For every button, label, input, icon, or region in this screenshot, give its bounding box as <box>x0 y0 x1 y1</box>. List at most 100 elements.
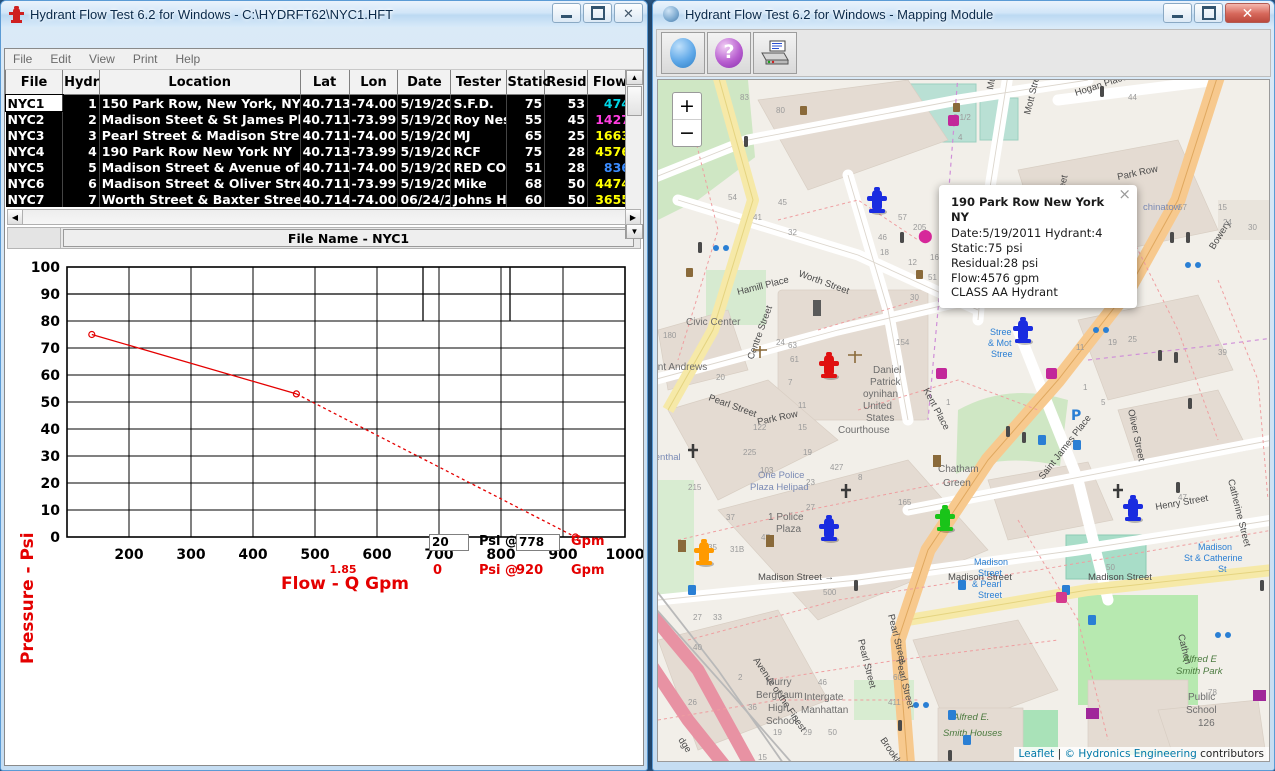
column-header-tester[interactable]: Tester <box>450 70 507 95</box>
label-madison-street-3: Madison Street <box>1088 572 1152 583</box>
svg-text:30: 30 <box>910 293 919 302</box>
right-window-titlebar[interactable]: Hydrant Flow Test 6.2 for Windows - Mapp… <box>653 1 1274 27</box>
label-madison-pearl-2: Street <box>978 568 1003 578</box>
x-tick-label: 1000 <box>606 547 644 563</box>
menu-item-print[interactable]: Print <box>133 52 158 66</box>
column-header-lat[interactable]: Lat <box>299 70 350 95</box>
hydrant-marker-blue-worth[interactable] <box>866 186 888 216</box>
menu-item-edit[interactable]: Edit <box>50 52 71 66</box>
label-alfred-e-smith-park-2: Smith Park <box>1176 666 1224 677</box>
scroll-left-icon[interactable]: ◀ <box>8 210 23 224</box>
gpm-at-row-1 <box>516 533 560 551</box>
globe-question-icon: ? <box>715 38 743 68</box>
lat-cell: 40.7116 <box>300 159 350 175</box>
psi-input[interactable] <box>429 533 469 551</box>
table-row[interactable]: NYC11150 Park Row, New York, NY 100040.7… <box>5 93 633 112</box>
svg-text:4: 4 <box>958 133 963 142</box>
table-row[interactable]: NYC33Pearl Street & Madison Street NY40.… <box>5 127 633 143</box>
lat-cell: 40.7131 <box>300 94 350 111</box>
svg-text:50: 50 <box>1106 563 1115 572</box>
static-cell: 65 <box>506 127 546 143</box>
maximize-button[interactable] <box>583 3 612 23</box>
scroll-up-icon[interactable]: ▲ <box>626 70 643 85</box>
svg-text:2: 2 <box>738 673 743 682</box>
hydrant-marker-red-courthouse[interactable] <box>818 351 840 381</box>
location-cell: 150 Park Row, New York, NY 1000 <box>99 94 301 111</box>
menu-item-help[interactable]: Help <box>176 52 201 66</box>
svg-text:47: 47 <box>1178 493 1187 502</box>
column-header-file[interactable]: File <box>5 70 64 95</box>
scroll-down-icon[interactable]: ▼ <box>626 224 643 239</box>
svg-text:24: 24 <box>776 338 785 347</box>
hydrant-marker-green-madison[interactable] <box>934 504 956 534</box>
label-school: School <box>766 716 797 727</box>
svg-text:12: 12 <box>908 258 917 267</box>
static-cell: 75 <box>506 143 546 159</box>
svg-text:122: 122 <box>753 423 767 432</box>
file-cell: NYC4 <box>5 143 64 159</box>
copyright-symbol[interactable]: © <box>1065 748 1079 760</box>
hydrant-marker-blue-park-row[interactable] <box>1012 316 1034 346</box>
column-header-static[interactable]: Static <box>505 70 550 95</box>
y-tick-label: 100 <box>31 260 60 276</box>
menu-item-file[interactable]: File <box>13 52 32 66</box>
table-horizontal-scrollbar[interactable]: ◀ ▶ <box>7 209 641 225</box>
hscroll-track[interactable] <box>23 210 625 224</box>
table-row[interactable]: NYC77Worth Street & Baxter Street, New40… <box>5 191 633 207</box>
y-tick-label: 90 <box>41 287 61 303</box>
column-header-resid[interactable]: Resid <box>544 70 589 95</box>
map-globe-button[interactable] <box>661 32 705 74</box>
left-client-area: File Edit View Print Help File Hydr Loca… <box>4 48 644 766</box>
hydr-cell: 4 <box>62 143 100 159</box>
x-tick-label: 400 <box>238 547 267 563</box>
svg-text:154: 154 <box>896 338 910 347</box>
minimize-button[interactable] <box>1163 3 1192 23</box>
popup-close-icon[interactable]: × <box>1118 187 1131 202</box>
lon-cell: -73.9977 <box>349 175 399 191</box>
leaflet-link[interactable]: Leaflet <box>1019 748 1055 760</box>
scroll-thumb[interactable] <box>627 86 642 116</box>
resid-cell: 25 <box>544 127 589 143</box>
date-cell: 5/19/201 <box>397 127 452 143</box>
column-header-hydr[interactable]: Hydr <box>62 70 100 95</box>
label-saint-andrews: aint Andrews <box>658 362 707 373</box>
svg-text:5: 5 <box>1101 398 1106 407</box>
tester-cell: Mike <box>450 175 507 191</box>
column-header-date[interactable]: Date <box>397 70 452 95</box>
hydrant-marker-blue-madison[interactable] <box>818 514 840 544</box>
svg-text:19: 19 <box>1108 338 1117 347</box>
gpm-input[interactable] <box>516 533 560 551</box>
hydrant-marker-blue-catherine[interactable] <box>1122 494 1144 524</box>
menu-item-view[interactable]: View <box>89 52 115 66</box>
table-row[interactable]: NYC22Madison Steet & St James Pl New 40.… <box>5 111 633 127</box>
table-row[interactable]: NYC55Madison Street & Avenue of the Fir4… <box>5 159 633 175</box>
provider-link[interactable]: Hydronics Engineering <box>1078 748 1196 760</box>
file-cell: NYC5 <box>5 159 64 175</box>
left-window-titlebar[interactable]: Hydrant Flow Test 6.2 for Windows - C:\H… <box>1 1 647 27</box>
close-button[interactable]: ✕ <box>614 3 643 23</box>
svg-text:27: 27 <box>806 503 815 512</box>
help-globe-button[interactable]: ? <box>707 32 751 74</box>
lon-cell: -74.0010 <box>349 127 399 143</box>
column-header-lon[interactable]: Lon <box>348 70 399 95</box>
hydrant-marker-orange-madison[interactable] <box>693 538 715 568</box>
close-button[interactable]: ✕ <box>1225 3 1270 23</box>
file-name-bar: File Name - NYC1 <box>7 227 641 249</box>
table-row[interactable]: NYC44190 Park Row New York NY40.7133-73.… <box>5 143 633 159</box>
scroll-right-icon[interactable]: ▶ <box>625 210 640 224</box>
tester-cell: RCF <box>450 143 507 159</box>
svg-text:8: 8 <box>858 473 863 482</box>
svg-text:18: 18 <box>880 248 889 257</box>
label-street-mott-3: Stree <box>991 349 1013 359</box>
zoom-in-button[interactable]: + <box>673 93 701 120</box>
leaflet-map[interactable]: Hogan Place Worth Street Baxter Street C… <box>657 79 1270 762</box>
minimize-button[interactable] <box>552 3 581 23</box>
print-button[interactable] <box>753 32 797 74</box>
maximize-button[interactable] <box>1194 3 1223 23</box>
svg-text:15: 15 <box>1218 203 1227 212</box>
tester-cell: S.F.D. <box>450 94 507 111</box>
file-cell: NYC6 <box>5 175 64 191</box>
zoom-out-button[interactable]: − <box>673 120 701 146</box>
table-row[interactable]: NYC66Madison Street & Oliver Street NY40… <box>5 175 633 191</box>
column-header-location[interactable]: Location <box>98 70 301 95</box>
